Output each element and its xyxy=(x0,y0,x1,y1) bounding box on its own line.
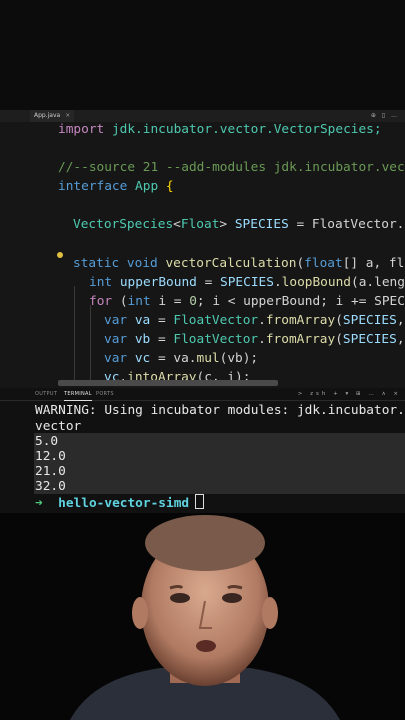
code-line-3: interface App { xyxy=(58,179,174,194)
tab-terminal[interactable]: TERMINAL xyxy=(64,388,92,401)
terminal-panel[interactable]: OUTPUT TERMINAL PORTS > zsh + ▾ ⊞ … ∧ × … xyxy=(0,388,405,513)
terminal-warning-line: WARNING: Using incubator modules: jdk.in… xyxy=(35,403,405,418)
tab-output[interactable]: OUTPUT xyxy=(35,388,57,400)
terminal-output-line: 5.0 xyxy=(35,434,59,449)
prompt-arrow-icon: ➜ xyxy=(35,496,43,511)
tab-label: App.java xyxy=(34,112,61,119)
code-editor[interactable]: App.java × ⊕ ▯ … import jdk.incubator.vec… xyxy=(0,110,405,388)
terminal-prompt[interactable]: ➜ hello-vector-simd xyxy=(35,494,205,511)
indent-guide xyxy=(74,286,75,386)
code-line-1: import jdk.incubator.vector.VectorSpecie… xyxy=(58,122,382,137)
terminal-output-line: 12.0 xyxy=(35,449,66,464)
presenter-video xyxy=(0,513,405,720)
terminal-output-line: 21.0 xyxy=(35,464,66,479)
code-line-8: var va = FloatVector.fromArray(SPECIES, xyxy=(104,313,405,328)
terminal-output-line: vector xyxy=(35,419,82,434)
presenter-image xyxy=(0,513,405,720)
code-line-2: //--source 21 --add-modules jdk.incubato… xyxy=(58,160,405,175)
selection-highlight xyxy=(34,433,405,494)
close-icon[interactable]: × xyxy=(65,112,70,119)
code-line-6: int upperBound = SPECIES.loopBound(a.len… xyxy=(89,275,405,290)
terminal-actions[interactable]: > zsh + ▾ ⊞ … ∧ × xyxy=(298,388,401,400)
terminal-output-line: 32.0 xyxy=(35,479,66,494)
prompt-directory: hello-vector-simd xyxy=(58,496,190,511)
panel-tabs: OUTPUT TERMINAL PORTS > zsh + ▾ ⊞ … ∧ × xyxy=(0,388,405,401)
terminal-cursor xyxy=(195,494,205,509)
lightbulb-icon[interactable] xyxy=(57,252,63,258)
indent-guide xyxy=(90,305,91,386)
code-line-5: static void vectorCalculation(float[] a,… xyxy=(73,256,405,271)
code-line-7: for (int i = 0; i < upperBound; i += SPE… xyxy=(89,294,405,309)
code-line-4: VectorSpecies<Float> SPECIES = FloatVect… xyxy=(73,217,405,232)
horizontal-scrollbar[interactable] xyxy=(58,380,278,386)
video-background-top xyxy=(0,0,405,110)
code-line-10: var vc = va.mul(vb); xyxy=(104,351,259,366)
tab-ports[interactable]: PORTS xyxy=(96,388,114,400)
code-line-9: var vb = FloatVector.fromArray(SPECIES, xyxy=(104,332,405,347)
